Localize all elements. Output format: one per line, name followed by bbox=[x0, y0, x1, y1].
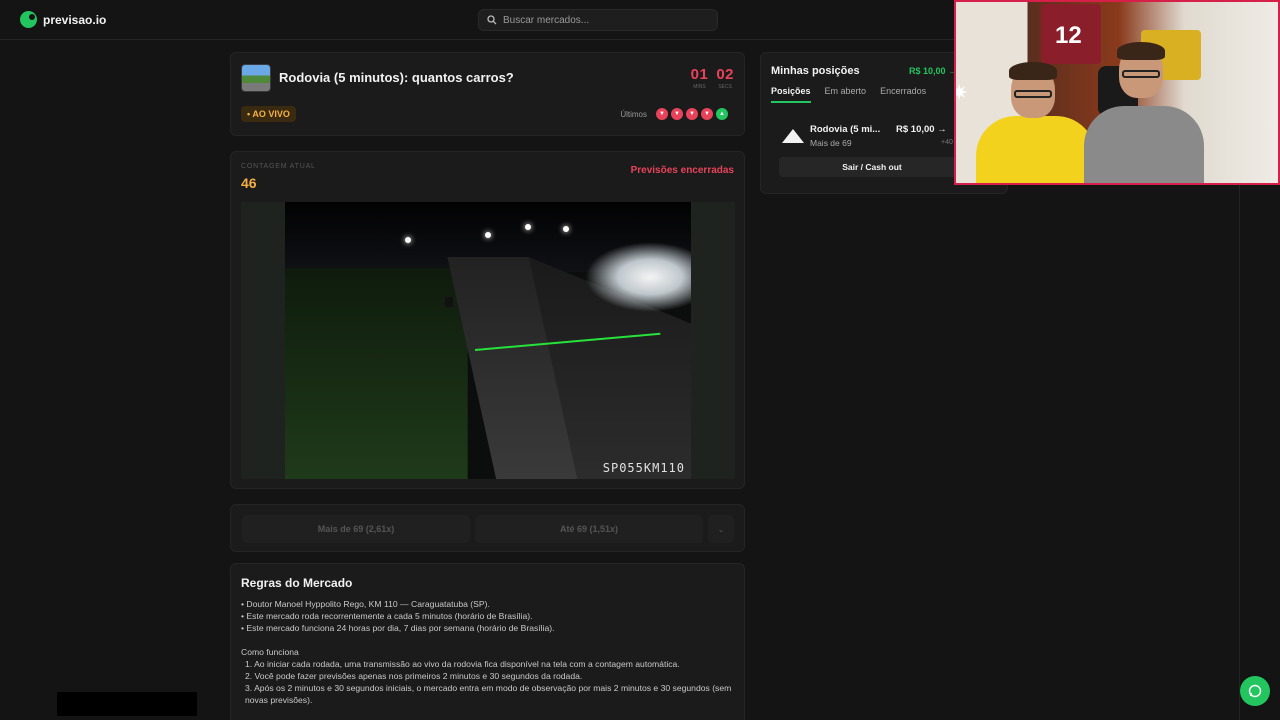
count-value: 46 bbox=[241, 175, 257, 191]
result-up-icon: ▲ bbox=[716, 108, 728, 120]
logo-icon bbox=[20, 11, 37, 28]
tab-positions[interactable]: Posições bbox=[771, 86, 811, 103]
how-it-works-title: Como funciona bbox=[241, 647, 299, 657]
rules-title: Regras do Mercado bbox=[241, 576, 353, 590]
street-light bbox=[563, 226, 569, 232]
rules-step: 1. Ao iniciar cada rodada, uma transmiss… bbox=[245, 659, 680, 669]
glasses bbox=[1122, 70, 1160, 78]
tab-closed[interactable]: Encerrados bbox=[880, 86, 926, 103]
live-video[interactable]: SP055KM110 bbox=[241, 202, 735, 479]
chevron-down-icon[interactable]: ⌄ bbox=[708, 515, 734, 543]
last-results: Últimos ▼ ▼ ▼ ▼ ▲ bbox=[620, 108, 728, 120]
yellow-jersey bbox=[976, 116, 1096, 183]
rules-step: 2. Você pode fazer previsões apenas nos … bbox=[245, 671, 583, 681]
market-header-card: Rodovia (5 minutos): quantos carros? 01 … bbox=[230, 52, 745, 136]
bet-over-button[interactable]: Mais de 69 (2,61x) bbox=[242, 515, 470, 543]
result-down-icon: ▼ bbox=[686, 108, 698, 120]
search-icon bbox=[487, 15, 497, 25]
street-light bbox=[405, 237, 411, 243]
position-value: R$ 10,00 → bbox=[896, 124, 947, 135]
rules-line: • Este mercado roda recorrentemente a ca… bbox=[241, 611, 533, 621]
predictions-closed-status: Previsões encerradas bbox=[630, 165, 734, 176]
result-down-icon: ▼ bbox=[656, 108, 668, 120]
chat-icon bbox=[1248, 684, 1262, 698]
rules-body: • Doutor Manoel Hyppolito Rego, KM 110 —… bbox=[241, 598, 736, 706]
position-name: Rodovia (5 mi... bbox=[810, 124, 881, 135]
timer-seconds-label: SECS bbox=[718, 84, 732, 90]
result-down-icon: ▼ bbox=[701, 108, 713, 120]
streamer-left bbox=[976, 62, 1096, 183]
chat-button[interactable] bbox=[1240, 676, 1270, 706]
bet-options-card: Mais de 69 (2,61x) Até 69 (1,51x) ⌄ bbox=[230, 504, 745, 552]
market-title: Rodovia (5 minutos): quantos carros? bbox=[279, 70, 514, 85]
cashout-button[interactable]: Sair / Cash out bbox=[779, 157, 965, 177]
triangle-up-icon bbox=[782, 129, 804, 143]
jersey-number: 12 bbox=[1055, 22, 1082, 49]
position-delta: +40 bbox=[941, 139, 953, 146]
video-frame: SP055KM110 bbox=[285, 202, 691, 479]
glasses bbox=[1014, 90, 1052, 98]
result-down-icon: ▼ bbox=[671, 108, 683, 120]
spider-logo-icon: ✷ bbox=[956, 80, 968, 106]
timer-minutes-value: 01 bbox=[690, 66, 709, 83]
live-badge: • AO VIVO bbox=[241, 106, 296, 122]
count-label: CONTAGEM ATUAL bbox=[241, 163, 316, 170]
logo-text: previsao.io bbox=[43, 12, 107, 27]
position-outcome: Mais de 69 bbox=[810, 138, 852, 148]
live-count-card: CONTAGEM ATUAL 46 Previsões encerradas S… bbox=[230, 151, 745, 489]
hair bbox=[1117, 42, 1165, 60]
timer-seconds: 02 SECS bbox=[716, 66, 734, 90]
countdown-timer: 01 MINS 02 SECS bbox=[691, 66, 734, 90]
redacted-box bbox=[57, 692, 197, 716]
positions-title: Minhas posições bbox=[771, 65, 860, 77]
video-road-sign bbox=[445, 297, 453, 307]
timer-seconds-value: 02 bbox=[716, 66, 734, 83]
rules-line: • Doutor Manoel Hyppolito Rego, KM 110 —… bbox=[241, 599, 490, 609]
street-light bbox=[525, 224, 531, 230]
rules-step: 3. Após os 2 minutos e 30 segundos inici… bbox=[245, 683, 732, 705]
rules-line: • Este mercado funciona 24 horas por dia… bbox=[241, 623, 555, 633]
search-box[interactable] bbox=[478, 9, 718, 31]
positions-tabs: Posições Em aberto Encerrados bbox=[771, 86, 926, 103]
camera-tag: SP055KM110 bbox=[602, 461, 685, 475]
logo[interactable]: previsao.io bbox=[20, 11, 106, 28]
market-rules-card: Regras do Mercado • Doutor Manoel Hyppol… bbox=[230, 563, 745, 720]
street-light bbox=[485, 232, 491, 238]
streamer-right bbox=[1084, 42, 1204, 183]
hair bbox=[1009, 62, 1057, 80]
bet-under-button[interactable]: Até 69 (1,51x) bbox=[475, 515, 703, 543]
timer-minutes-label: MINS bbox=[693, 84, 706, 90]
timer-minutes: 01 MINS bbox=[691, 66, 709, 90]
tab-open[interactable]: Em aberto bbox=[825, 86, 867, 103]
last-results-label: Últimos bbox=[620, 109, 647, 119]
market-thumbnail bbox=[241, 64, 271, 92]
positions-amount: R$ 10,00 → bbox=[909, 66, 958, 76]
search-input[interactable] bbox=[503, 14, 703, 26]
webcam-overlay: 12 ✷ bbox=[954, 0, 1280, 185]
grey-shirt bbox=[1084, 106, 1204, 183]
video-light-glow bbox=[585, 242, 691, 312]
